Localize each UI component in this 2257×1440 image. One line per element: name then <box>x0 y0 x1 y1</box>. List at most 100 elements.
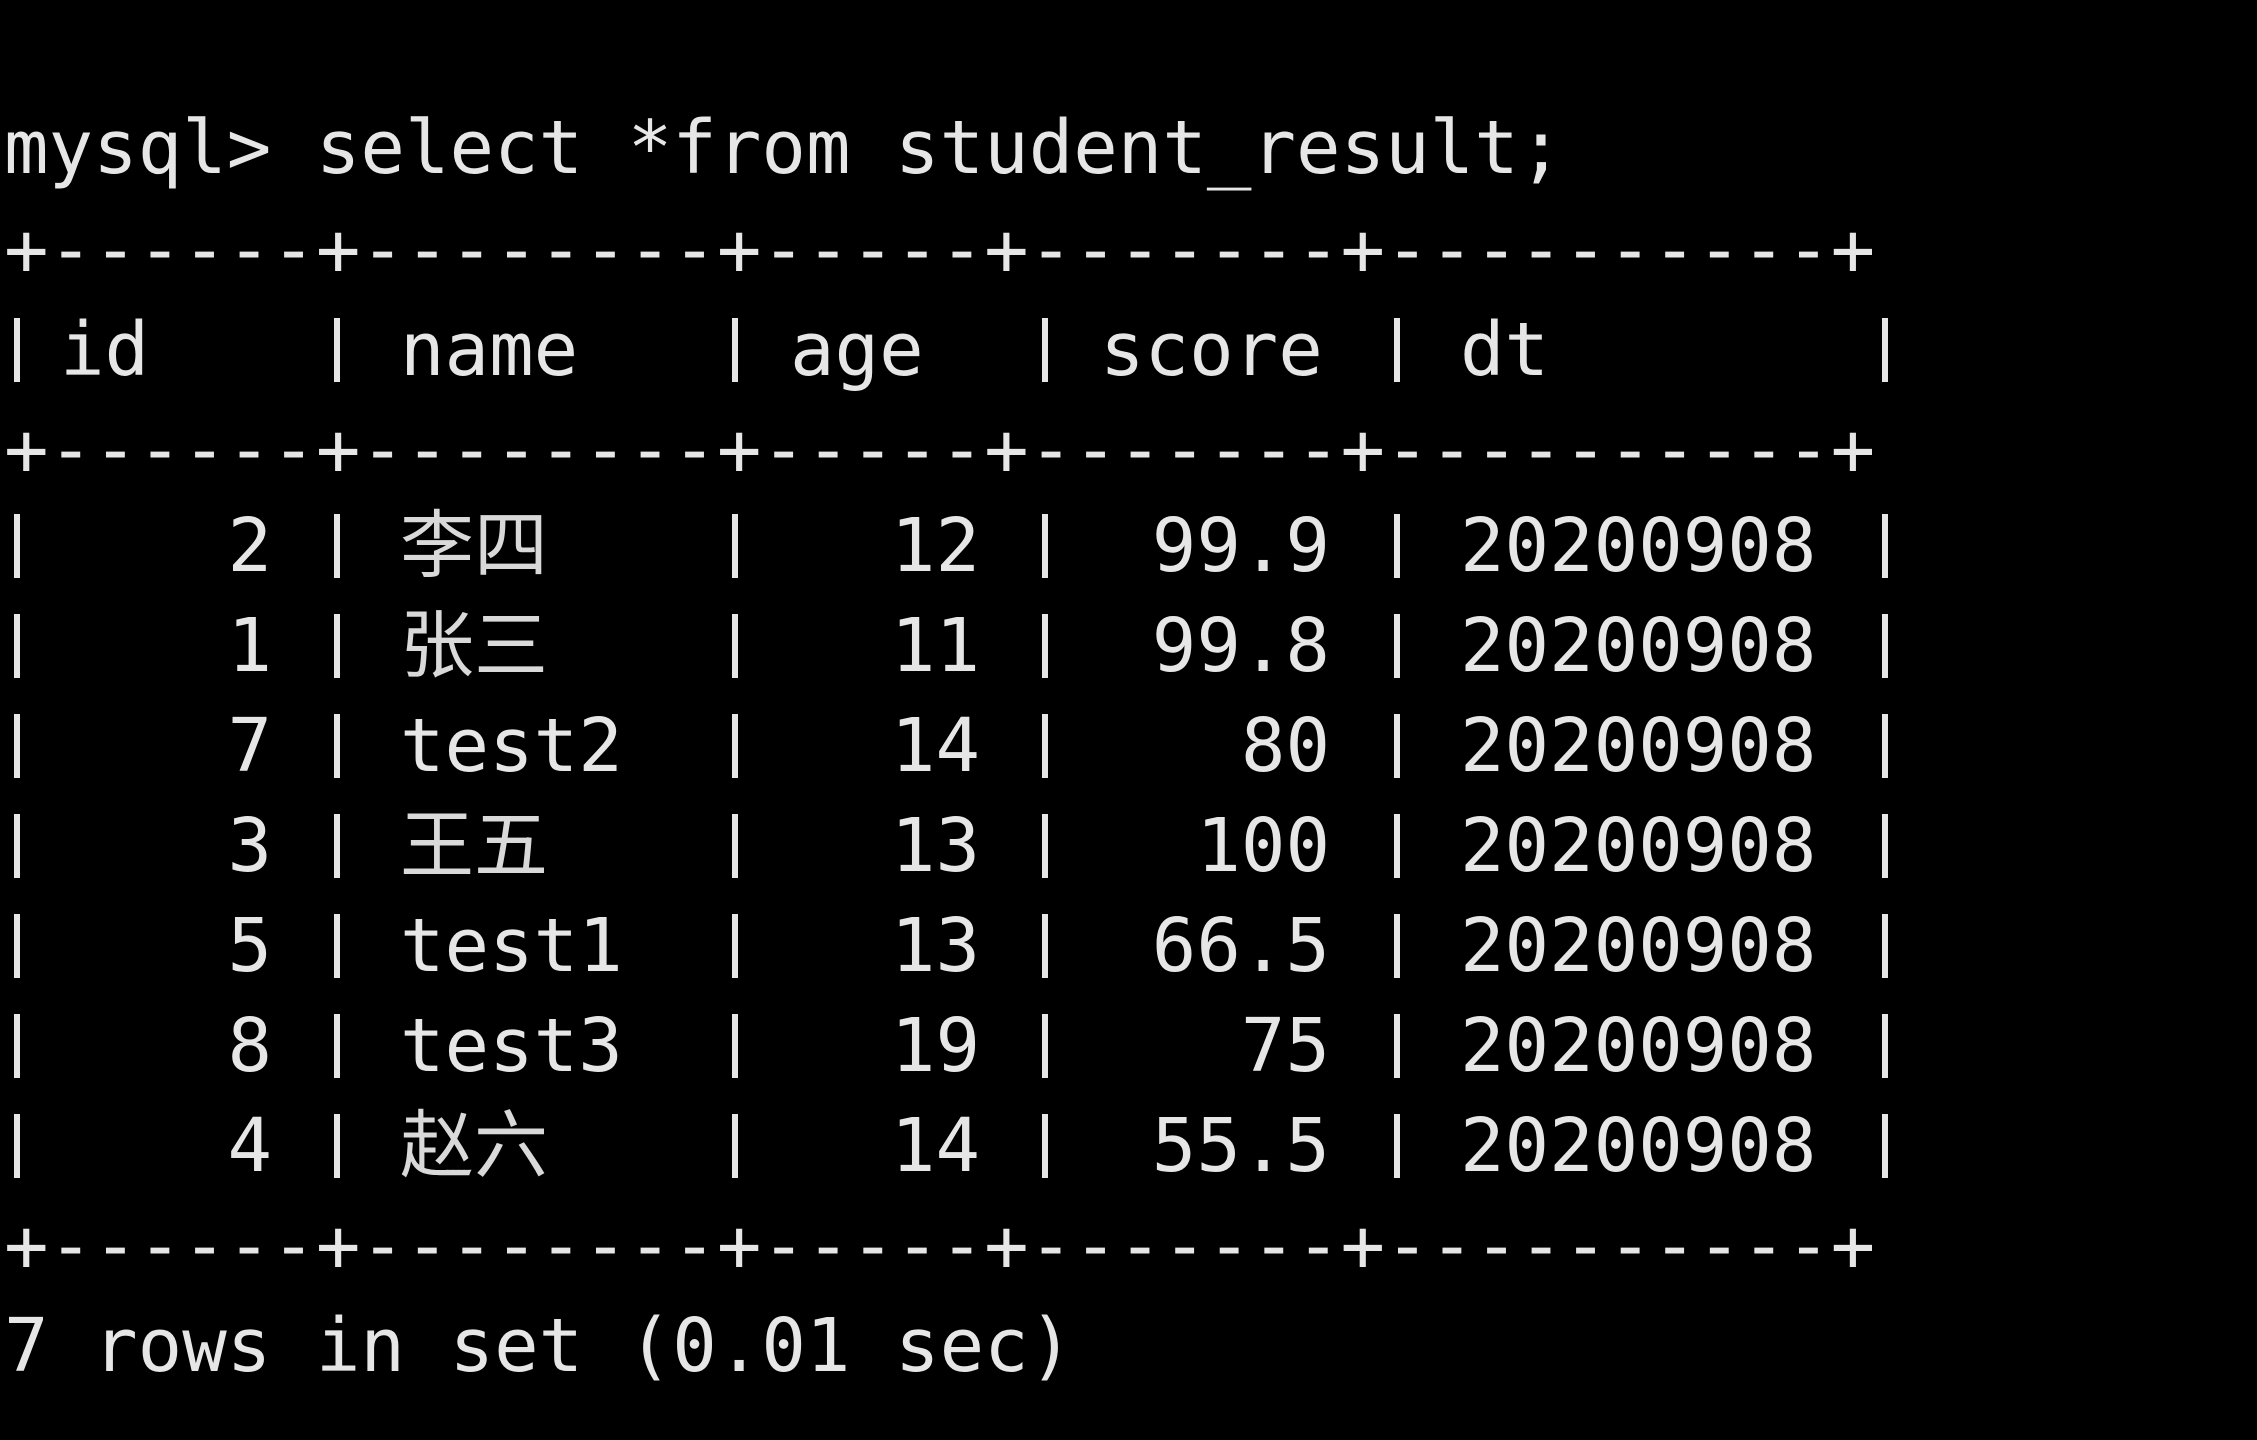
column-separator <box>1882 1014 1908 1078</box>
column-separator <box>14 814 40 878</box>
column-separator <box>732 614 758 678</box>
cell-id: 4 <box>227 1103 272 1189</box>
column-separator <box>1394 714 1420 778</box>
cell-score: 99.9 <box>1151 503 1330 589</box>
cell-dt: 20200908 <box>1460 703 1817 789</box>
column-separator <box>1042 914 1068 978</box>
cell-id: 5 <box>227 903 272 989</box>
table-border-bottom: +------+--------+-----+-------+---------… <box>4 1203 1876 1289</box>
column-separator <box>732 1014 758 1078</box>
column-separator <box>732 914 758 978</box>
cell-age: age <box>790 307 924 393</box>
cell-name: 赵六 <box>400 1103 548 1189</box>
cell-age: 19 <box>890 1003 980 1089</box>
cell-dt: dt <box>1460 307 1550 393</box>
cell-id: id <box>60 307 150 393</box>
column-separator <box>1042 514 1068 578</box>
column-separator <box>334 318 360 382</box>
cell-score: 55.5 <box>1151 1103 1330 1189</box>
column-separator <box>1882 1114 1908 1178</box>
column-separator <box>1394 814 1420 878</box>
cell-id: 8 <box>227 1003 272 1089</box>
cell-id: 1 <box>227 603 272 689</box>
column-separator <box>732 714 758 778</box>
column-separator <box>1394 1114 1420 1178</box>
table-row: 5 test1 13 66.5 20200908 <box>0 896 2257 996</box>
terminal-window[interactable]: mysql> select *from student_result; +---… <box>0 0 2257 1440</box>
column-separator <box>1882 714 1908 778</box>
cell-score: 100 <box>1196 803 1330 889</box>
cell-age: 11 <box>890 603 980 689</box>
cell-age: 13 <box>890 803 980 889</box>
column-separator <box>14 318 40 382</box>
table-row: 8 test3 19 75 20200908 <box>0 996 2257 1096</box>
column-separator <box>1882 814 1908 878</box>
column-separator <box>1882 514 1908 578</box>
cell-score: 75 <box>1240 1003 1330 1089</box>
column-separator <box>1394 914 1420 978</box>
table-row: 2 李四 12 99.9 20200908 <box>0 496 2257 596</box>
column-separator <box>1394 318 1420 382</box>
cell-name: name <box>400 307 579 393</box>
cell-name: test2 <box>400 703 623 789</box>
column-separator <box>1042 714 1068 778</box>
column-separator <box>14 1114 40 1178</box>
column-separator <box>334 714 360 778</box>
cell-name: 李四 <box>400 503 548 589</box>
prompt: mysql> <box>4 105 272 191</box>
command-text: select *from student_result; <box>315 105 1564 191</box>
column-separator <box>334 914 360 978</box>
column-separator <box>14 914 40 978</box>
cell-dt: 20200908 <box>1460 1003 1817 1089</box>
table-row: 4 赵六 14 55.5 20200908 <box>0 1096 2257 1196</box>
column-separator <box>1394 1014 1420 1078</box>
cell-age: 14 <box>890 1103 980 1189</box>
column-separator <box>14 614 40 678</box>
cell-dt: 20200908 <box>1460 1103 1817 1189</box>
cell-id: 7 <box>227 703 272 789</box>
column-separator <box>1882 318 1908 382</box>
column-separator <box>732 514 758 578</box>
command-line: mysql> select *from student_result; <box>4 98 1563 198</box>
cell-score: 66.5 <box>1151 903 1330 989</box>
column-separator <box>334 514 360 578</box>
table-row: 7 test2 14 80 20200908 <box>0 696 2257 796</box>
column-separator <box>1394 614 1420 678</box>
column-separator <box>14 714 40 778</box>
cell-name: test1 <box>400 903 623 989</box>
cell-age: 12 <box>890 503 980 589</box>
table-header-row: id name age score dt <box>0 300 2257 400</box>
cell-age: 13 <box>890 903 980 989</box>
table-row: 1 张三 11 99.8 20200908 <box>0 596 2257 696</box>
cell-dt: 20200908 <box>1460 603 1817 689</box>
cell-dt: 20200908 <box>1460 503 1817 589</box>
column-separator <box>334 814 360 878</box>
cell-dt: 20200908 <box>1460 803 1817 889</box>
cell-dt: 20200908 <box>1460 903 1817 989</box>
column-separator <box>1042 614 1068 678</box>
column-separator <box>334 1114 360 1178</box>
table-row: 3 王五 13 100 20200908 <box>0 796 2257 896</box>
column-separator <box>1882 614 1908 678</box>
result-footer: 7 rows in set (0.01 sec) <box>4 1303 1074 1389</box>
column-separator <box>1042 814 1068 878</box>
cell-name: test3 <box>400 1003 623 1089</box>
cell-name: 张三 <box>400 603 548 689</box>
column-separator <box>14 514 40 578</box>
column-separator <box>732 318 758 382</box>
cell-score: score <box>1100 307 1323 393</box>
table-border-top: +------+--------+-----+-------+---------… <box>4 207 1876 293</box>
column-separator <box>1042 1014 1068 1078</box>
cell-id: 2 <box>227 503 272 589</box>
column-separator <box>732 1114 758 1178</box>
cell-age: 14 <box>890 703 980 789</box>
column-separator <box>732 814 758 878</box>
column-separator <box>1042 318 1068 382</box>
column-separator <box>1394 514 1420 578</box>
table-border-header: +------+--------+-----+-------+---------… <box>4 407 1876 493</box>
column-separator <box>334 1014 360 1078</box>
column-separator <box>334 614 360 678</box>
column-separator <box>1882 914 1908 978</box>
column-separator <box>14 1014 40 1078</box>
cell-score: 80 <box>1240 703 1330 789</box>
